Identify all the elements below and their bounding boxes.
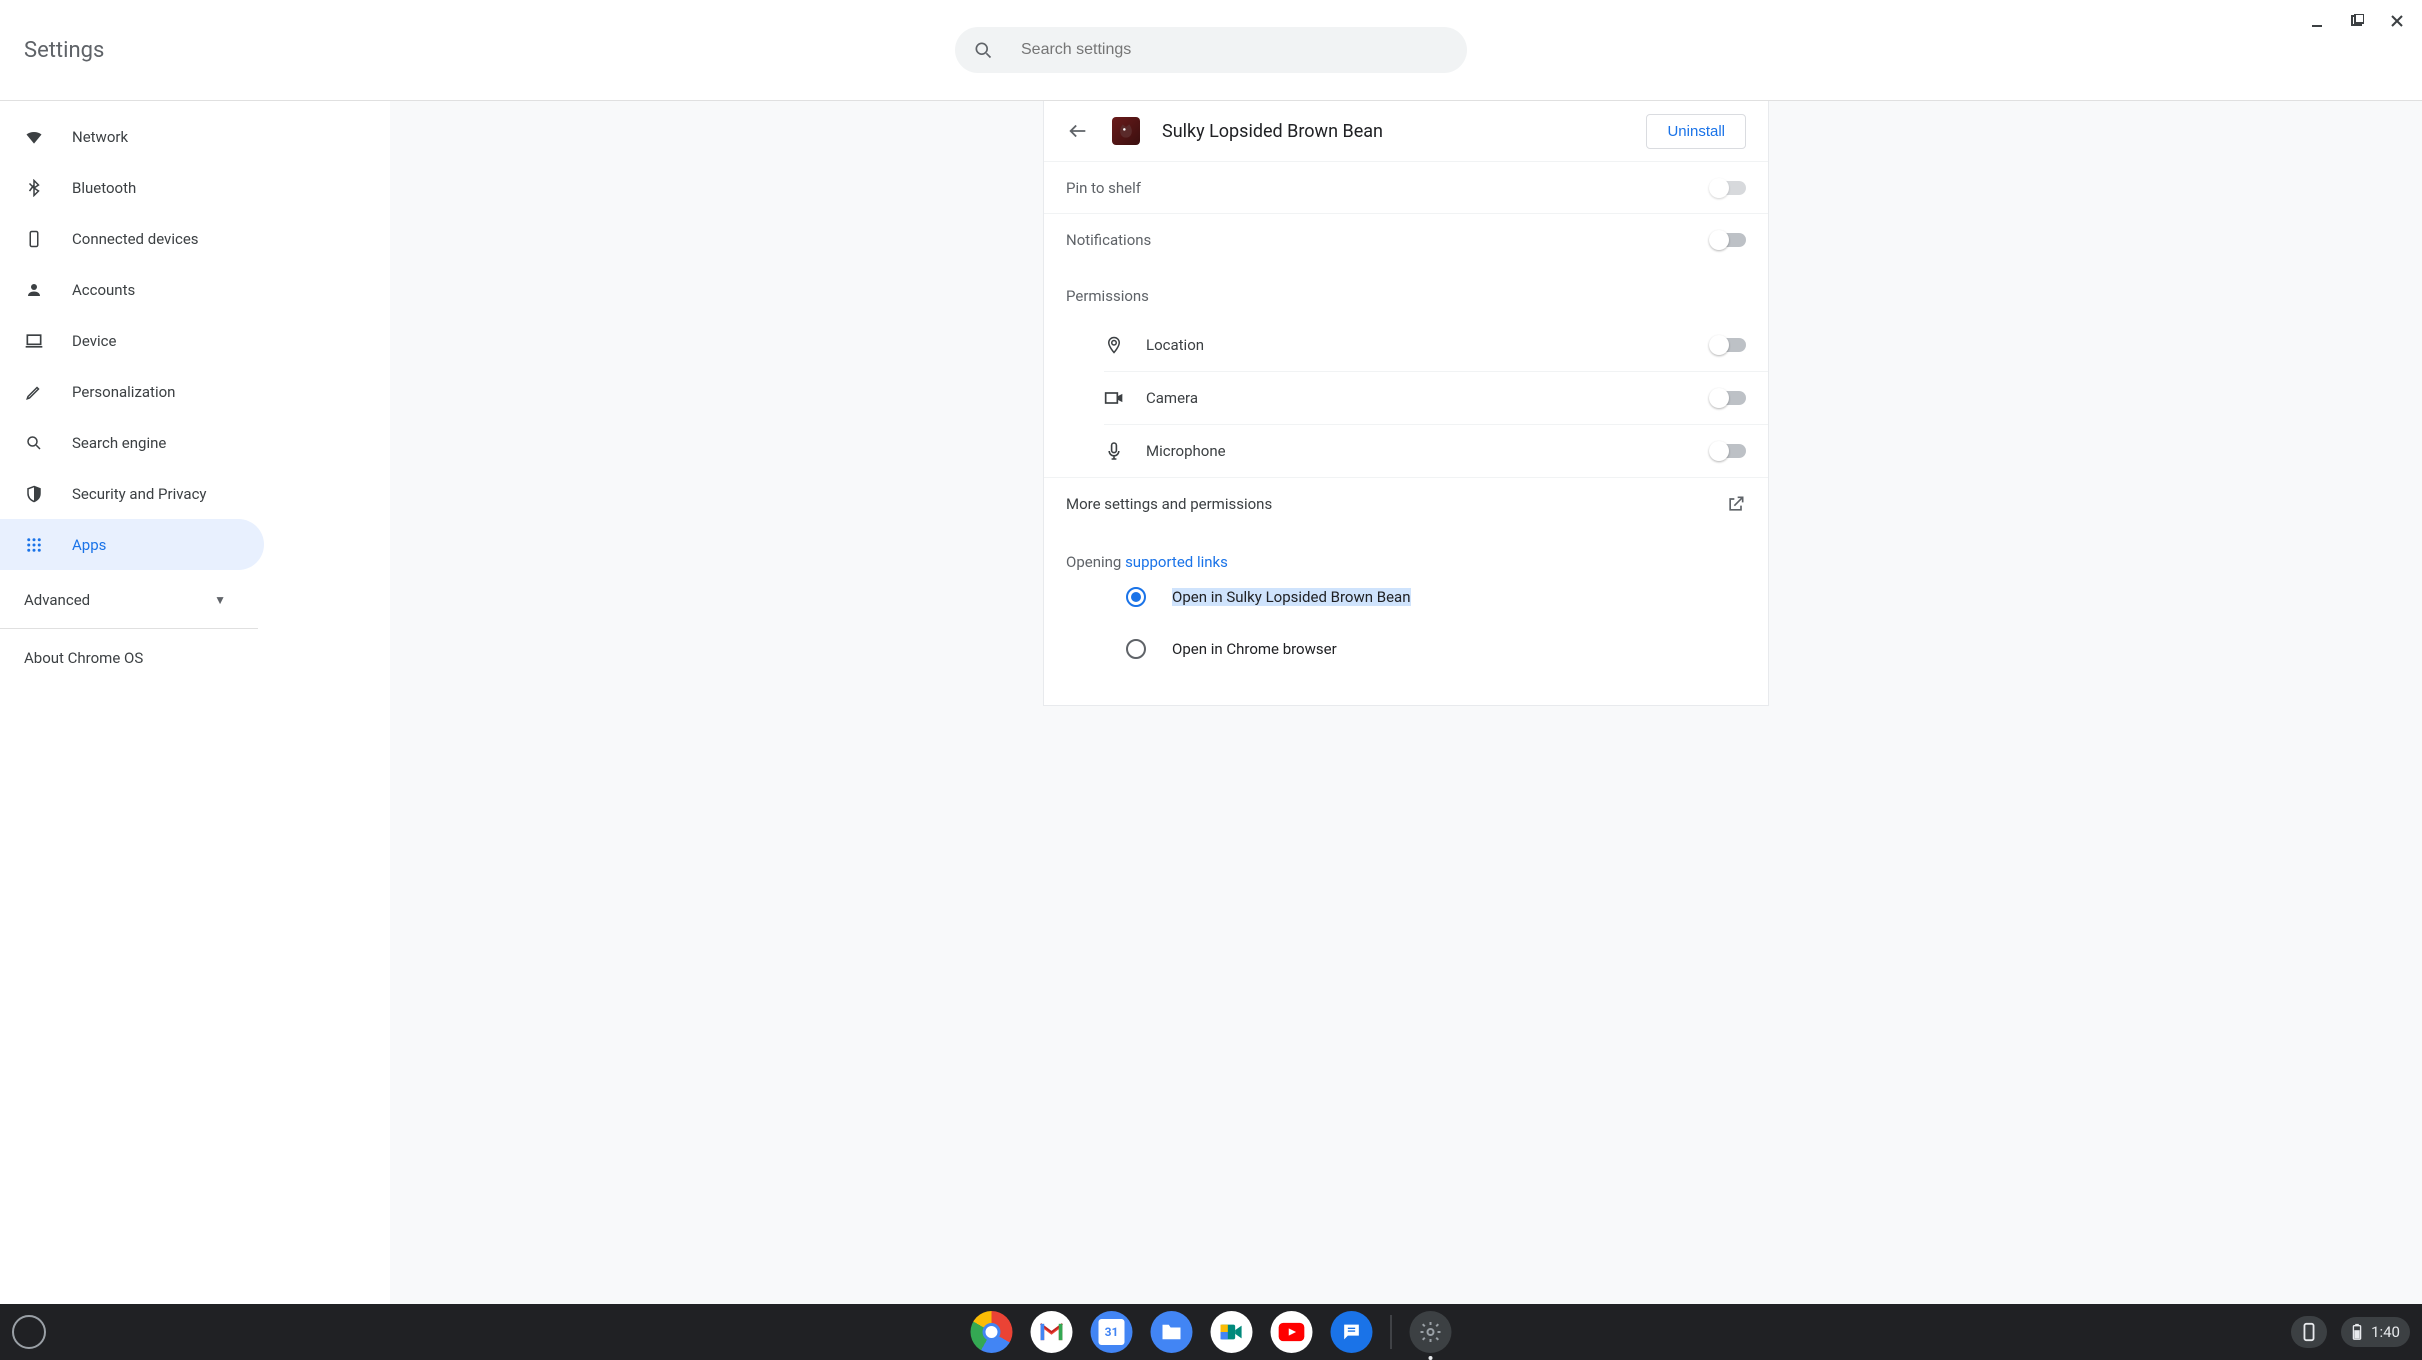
camera-icon bbox=[1104, 388, 1124, 408]
sidebar-item-label: Search engine bbox=[72, 434, 166, 452]
pencil-icon bbox=[24, 382, 44, 402]
external-link-icon bbox=[1726, 494, 1746, 514]
radio-open-in-chrome[interactable]: Open in Chrome browser bbox=[1066, 623, 1746, 675]
shelf-app-calendar[interactable]: 31 bbox=[1091, 1311, 1133, 1353]
sidebar-item-label: Accounts bbox=[72, 281, 135, 299]
sidebar: Network Bluetooth Connected devices Acco… bbox=[0, 101, 390, 1304]
permission-location-row: Location bbox=[1044, 319, 1768, 371]
camera-toggle[interactable] bbox=[1712, 391, 1746, 405]
advanced-label: Advanced bbox=[24, 591, 90, 609]
wifi-icon bbox=[24, 127, 44, 147]
radio-button[interactable] bbox=[1126, 639, 1146, 659]
phone-icon bbox=[24, 229, 44, 249]
search-icon bbox=[24, 433, 44, 453]
location-toggle[interactable] bbox=[1712, 338, 1746, 352]
about-label: About Chrome OS bbox=[24, 649, 143, 667]
sidebar-item-personalization[interactable]: Personalization bbox=[0, 366, 264, 417]
app-detail-panel: Sulky Lopsided Brown Bean Uninstall Pin … bbox=[1043, 101, 1769, 706]
bluetooth-icon bbox=[24, 178, 44, 198]
app-title: Sulky Lopsided Brown Bean bbox=[1162, 121, 1624, 142]
header: Settings bbox=[0, 0, 2422, 101]
permission-camera-row: Camera bbox=[1044, 372, 1768, 424]
battery-icon bbox=[2351, 1323, 2363, 1341]
more-settings-row[interactable]: More settings and permissions bbox=[1044, 477, 1768, 529]
supported-links-link[interactable]: supported links bbox=[1125, 553, 1228, 571]
shelf-app-gmail[interactable] bbox=[1031, 1311, 1073, 1353]
opening-links-label: Opening supported links bbox=[1066, 553, 1746, 571]
sidebar-item-label: Security and Privacy bbox=[72, 485, 207, 503]
search-input[interactable] bbox=[1021, 41, 1449, 59]
shelf-app-messages[interactable] bbox=[1331, 1311, 1373, 1353]
maximize-button[interactable] bbox=[2346, 10, 2368, 32]
microphone-toggle[interactable] bbox=[1712, 444, 1746, 458]
pin-to-shelf-row: Pin to shelf bbox=[1044, 161, 1768, 213]
sidebar-item-connected-devices[interactable]: Connected devices bbox=[0, 213, 264, 264]
permission-microphone-row: Microphone bbox=[1044, 425, 1768, 477]
pin-to-shelf-label: Pin to shelf bbox=[1066, 179, 1141, 197]
pin-to-shelf-toggle[interactable] bbox=[1712, 181, 1746, 195]
person-icon bbox=[24, 280, 44, 300]
permission-camera-label: Camera bbox=[1146, 389, 1198, 407]
shelf-app-files[interactable] bbox=[1151, 1311, 1193, 1353]
shelf-app-chrome[interactable] bbox=[971, 1311, 1013, 1353]
app-detail-header: Sulky Lopsided Brown Bean Uninstall bbox=[1044, 101, 1768, 161]
sidebar-item-search-engine[interactable]: Search engine bbox=[0, 417, 264, 468]
opening-links-section: Opening supported links Open in Sulky Lo… bbox=[1044, 529, 1768, 705]
phone-hub-tray[interactable] bbox=[2291, 1316, 2327, 1348]
chevron-down-icon: ▼ bbox=[214, 593, 226, 607]
radio-label: Open in Sulky Lopsided Brown Bean bbox=[1172, 588, 1411, 606]
shelf: 31 1:40 bbox=[0, 1304, 2422, 1360]
launcher-button[interactable] bbox=[12, 1315, 46, 1349]
sidebar-item-network[interactable]: Network bbox=[0, 111, 264, 162]
apps-grid-icon bbox=[24, 535, 44, 555]
shelf-separator bbox=[1391, 1315, 1392, 1349]
main-content: Sulky Lopsided Brown Bean Uninstall Pin … bbox=[390, 101, 2422, 1304]
search-icon bbox=[973, 40, 993, 60]
sidebar-item-security-privacy[interactable]: Security and Privacy bbox=[0, 468, 264, 519]
sidebar-item-label: Connected devices bbox=[72, 230, 199, 248]
close-button[interactable] bbox=[2386, 10, 2408, 32]
permission-location-label: Location bbox=[1146, 336, 1204, 354]
sidebar-item-accounts[interactable]: Accounts bbox=[0, 264, 264, 315]
radio-open-in-app[interactable]: Open in Sulky Lopsided Brown Bean bbox=[1066, 571, 1746, 623]
sidebar-item-label: Apps bbox=[72, 536, 106, 554]
sidebar-item-label: Network bbox=[72, 128, 128, 146]
about-chrome-os[interactable]: About Chrome OS bbox=[0, 629, 390, 687]
location-icon bbox=[1104, 335, 1124, 355]
laptop-icon bbox=[24, 331, 44, 351]
notifications-toggle[interactable] bbox=[1712, 233, 1746, 247]
sidebar-item-label: Bluetooth bbox=[72, 179, 136, 197]
radio-label: Open in Chrome browser bbox=[1172, 640, 1337, 658]
clock: 1:40 bbox=[2371, 1323, 2400, 1341]
sidebar-item-apps[interactable]: Apps bbox=[0, 519, 264, 570]
status-tray[interactable]: 1:40 bbox=[2341, 1317, 2410, 1347]
advanced-toggle[interactable]: Advanced ▼ bbox=[0, 570, 390, 628]
shield-icon bbox=[24, 484, 44, 504]
uninstall-button[interactable]: Uninstall bbox=[1646, 114, 1746, 149]
search-box[interactable] bbox=[955, 27, 1467, 73]
sidebar-item-label: Device bbox=[72, 332, 116, 350]
shelf-app-meet[interactable] bbox=[1211, 1311, 1253, 1353]
shelf-app-youtube[interactable] bbox=[1271, 1311, 1313, 1353]
permissions-heading: Permissions bbox=[1044, 265, 1768, 305]
permission-microphone-label: Microphone bbox=[1146, 442, 1226, 460]
sidebar-item-device[interactable]: Device bbox=[0, 315, 264, 366]
radio-button[interactable] bbox=[1126, 587, 1146, 607]
sidebar-item-bluetooth[interactable]: Bluetooth bbox=[0, 162, 264, 213]
back-button[interactable] bbox=[1066, 119, 1090, 143]
notifications-row: Notifications bbox=[1044, 213, 1768, 265]
minimize-button[interactable] bbox=[2306, 10, 2328, 32]
more-settings-label: More settings and permissions bbox=[1066, 495, 1272, 513]
app-icon bbox=[1112, 117, 1140, 145]
page-title: Settings bbox=[24, 38, 104, 63]
notifications-label: Notifications bbox=[1066, 231, 1151, 249]
microphone-icon bbox=[1104, 441, 1124, 461]
shelf-app-settings[interactable] bbox=[1410, 1311, 1452, 1353]
sidebar-item-label: Personalization bbox=[72, 383, 175, 401]
